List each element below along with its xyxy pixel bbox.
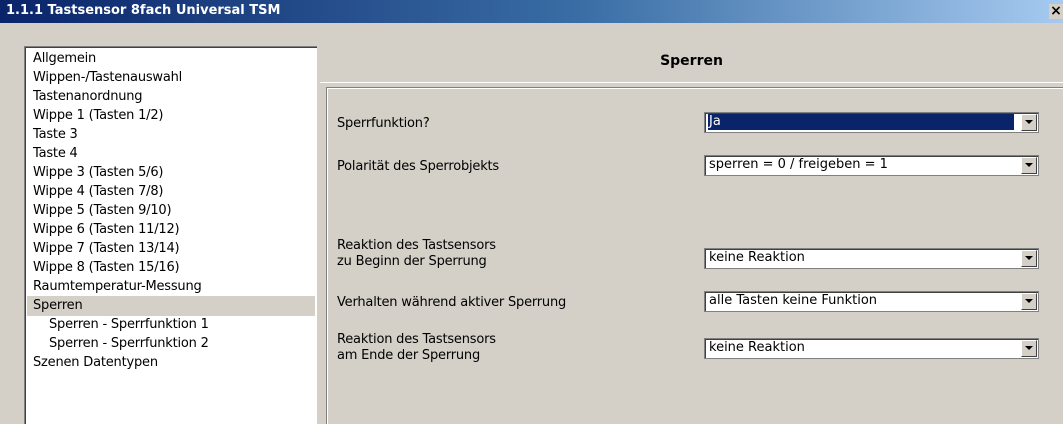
triangle-down-icon — [1025, 256, 1033, 260]
select-value: keine Reaktion — [709, 250, 805, 265]
reaktion-beginn-select[interactable]: keine Reaktion — [704, 248, 1039, 269]
dropdown-button[interactable] — [1021, 250, 1037, 267]
sidebar-item-wippe-8[interactable]: Wippe 8 (Tasten 15/16) — [27, 258, 315, 278]
select-value: keine Reaktion — [709, 340, 805, 355]
sidebar-item-taste-3[interactable]: Taste 3 — [27, 125, 315, 145]
triangle-down-icon — [1025, 346, 1033, 350]
sidebar-item-wippe-7[interactable]: Wippe 7 (Tasten 13/14) — [27, 239, 315, 259]
param-label-sperrfunktion: Sperrfunktion? — [337, 116, 430, 131]
sidebar-item-raumtemperatur-messung[interactable]: Raumtemperatur-Messung — [27, 277, 315, 297]
sidebar-item-taste-4[interactable]: Taste 4 — [27, 144, 315, 164]
param-label-verhalten: Verhalten während aktiver Sperrung — [337, 295, 567, 310]
sidebar-item-sperrfunktion-1[interactable]: Sperren - Sperrfunktion 1 — [27, 315, 315, 335]
triangle-down-icon — [1025, 163, 1033, 167]
reaktion-ende-select[interactable]: keine Reaktion — [704, 338, 1039, 359]
param-label-reaktion-beginn: Reaktion des Tastsensors zu Beginn der S… — [337, 238, 496, 269]
sidebar-item-wippe-1[interactable]: Wippe 1 (Tasten 1/2) — [27, 106, 315, 126]
sidebar-item-sperrfunktion-2[interactable]: Sperren - Sperrfunktion 2 — [27, 334, 315, 354]
dropdown-button[interactable] — [1021, 157, 1037, 174]
sidebar-item-szenen-datentypen[interactable]: Szenen Datentypen — [27, 353, 315, 373]
verhalten-select[interactable]: alle Tasten keine Funktion — [704, 291, 1039, 312]
sidebar-item-wippe-3[interactable]: Wippe 3 (Tasten 5/6) — [27, 163, 315, 183]
sidebar-item-wippen-tastenauswahl[interactable]: Wippen-/Tastenauswahl — [27, 68, 315, 88]
dropdown-button[interactable] — [1021, 293, 1037, 310]
close-icon[interactable]: × — [1049, 4, 1063, 19]
sidebar-item-tastenanordnung[interactable]: Tastenanordnung — [27, 87, 315, 107]
select-value: sperren = 0 / freigeben = 1 — [709, 157, 888, 172]
window-title: 1.1.1 Tastsensor 8fach Universal TSM — [6, 3, 281, 18]
param-label-polaritaet: Polarität des Sperrobjekts — [337, 159, 500, 174]
section-title: Sperren — [660, 53, 723, 69]
dropdown-button[interactable] — [1021, 114, 1037, 131]
triangle-down-icon — [1025, 120, 1033, 124]
sidebar-item-wippe-4[interactable]: Wippe 4 (Tasten 7/8) — [27, 182, 315, 202]
dropdown-button[interactable] — [1021, 340, 1037, 357]
param-label-reaktion-ende: Reaktion des Tastsensors am Ende der Spe… — [337, 332, 496, 363]
title-bar: 1.1.1 Tastsensor 8fach Universal TSM × — [0, 0, 1063, 23]
sperrfunktion-select[interactable]: Ja — [704, 112, 1039, 133]
sidebar-item-wippe-5[interactable]: Wippe 5 (Tasten 9/10) — [27, 201, 315, 221]
polaritaet-select[interactable]: sperren = 0 / freigeben = 1 — [704, 155, 1039, 176]
triangle-down-icon — [1025, 299, 1033, 303]
sidebar-item-sperren[interactable]: Sperren — [27, 296, 315, 316]
parameter-panel: Sperrfunktion? Ja Polarität des Sperrobj… — [326, 87, 1063, 424]
header-divider — [320, 82, 1063, 83]
select-value: Ja — [708, 114, 1014, 130]
sidebar-item-allgemein[interactable]: Allgemein — [27, 49, 315, 69]
parameter-area: Sperren Sperrfunktion? Ja Polarität des … — [320, 46, 1063, 424]
parameter-tree[interactable]: Allgemein Wippen-/Tastenauswahl Tastenan… — [24, 46, 317, 424]
select-value: alle Tasten keine Funktion — [709, 293, 878, 308]
sidebar-item-wippe-6[interactable]: Wippe 6 (Tasten 11/12) — [27, 220, 315, 240]
